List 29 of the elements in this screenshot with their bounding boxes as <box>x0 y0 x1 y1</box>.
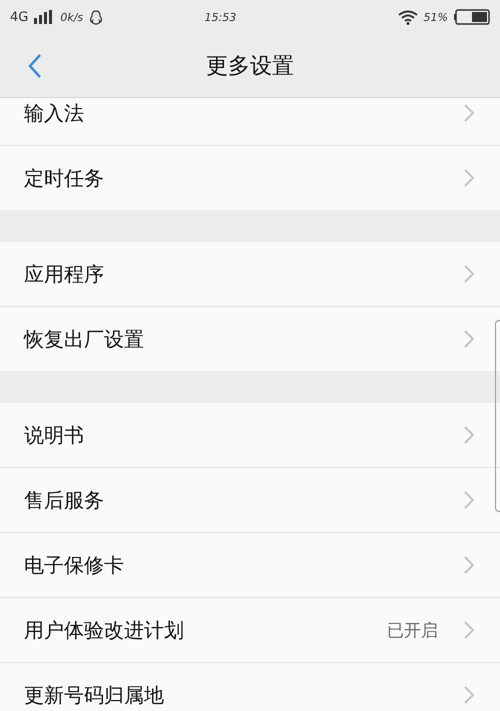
chevron-icon <box>464 265 474 283</box>
back-icon[interactable] <box>28 53 42 79</box>
row-label: 输入法 <box>24 100 85 126</box>
row-label: 恢复出厂设置 <box>24 326 145 352</box>
clock-time: 15:53 <box>204 10 238 24</box>
row-label: 售后服务 <box>24 486 105 514</box>
chevron-icon <box>464 686 474 704</box>
row-value: 已开启 <box>387 620 438 642</box>
penguin-icon <box>89 10 104 24</box>
network-speed: 0k/s <box>60 10 84 24</box>
row-label: 更新号码归属地 <box>24 682 165 708</box>
signal-icon <box>34 10 54 24</box>
row-label: 用户体验改进计划 <box>24 616 185 644</box>
chevron-icon <box>464 556 474 574</box>
row-label: 说明书 <box>24 422 85 448</box>
battery-percent: 51% <box>424 10 448 24</box>
chevron-icon <box>464 491 474 509</box>
battery-icon <box>454 9 490 25</box>
chevron-icon <box>464 169 474 187</box>
chevron-icon <box>464 104 474 122</box>
row-label: 应用程序 <box>24 260 105 288</box>
wifi-icon <box>398 10 418 24</box>
page-title: 更多设置 <box>206 52 294 80</box>
chevron-icon <box>464 621 474 639</box>
chevron-icon <box>464 426 474 444</box>
chevron-icon <box>464 330 474 348</box>
row-label: 电子保修卡 <box>24 552 125 578</box>
row-label: 定时任务 <box>24 164 105 192</box>
network-type: 4G <box>10 10 28 24</box>
